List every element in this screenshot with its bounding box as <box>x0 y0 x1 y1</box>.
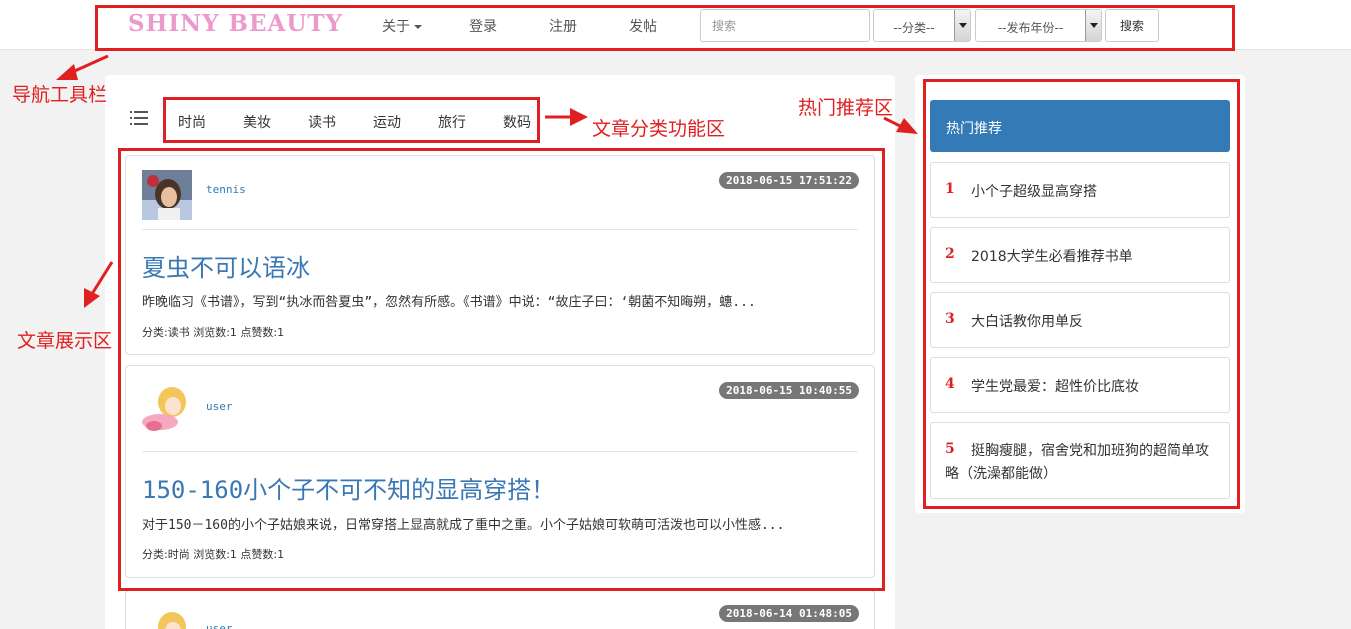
category-tab-digital[interactable]: 数码 <box>503 112 531 132</box>
hot-item[interactable]: 5 挺胸瘦腿，宿舍党和加班狗的超简单攻略（洗澡都能做） <box>930 422 1230 499</box>
category-tab-reading[interactable]: 读书 <box>308 112 336 132</box>
search-input[interactable] <box>700 9 870 42</box>
category-select-value: --分类-- <box>893 21 935 35</box>
annotation-label-categories: 文章分类功能区 <box>592 118 726 140</box>
caret-down-icon <box>414 25 422 29</box>
list-menu-icon[interactable] <box>130 110 148 126</box>
category-tab-makeup[interactable]: 美妆 <box>243 112 271 132</box>
article-card[interactable]: user 2018-06-15 10:40:55 150-160小个子不可不知的… <box>125 365 875 578</box>
article-meta: 分类:读书 浏览数:1 点赞数:1 <box>142 326 285 339</box>
navbar: SHINY BEAUTY 关于 登录 注册 发帖 --分类-- --发布年份--… <box>0 0 1351 50</box>
avatar <box>142 170 192 220</box>
divider <box>142 451 858 452</box>
brand-logo[interactable]: SHINY BEAUTY <box>128 10 343 37</box>
nav-post-link[interactable]: 发帖 <box>629 16 657 36</box>
hot-item-rank: 4 <box>945 376 955 392</box>
category-tab-sports[interactable]: 运动 <box>373 112 401 132</box>
year-select-value: --发布年份-- <box>997 21 1064 35</box>
article-author[interactable]: user <box>206 400 233 413</box>
hot-item[interactable]: 3 大白话教你用单反 <box>930 292 1230 348</box>
hot-item-rank: 2 <box>945 246 955 262</box>
year-select[interactable]: --发布年份-- <box>975 9 1102 42</box>
date-badge: 2018-06-14 01:48:05 <box>719 605 859 622</box>
avatar <box>142 382 192 432</box>
article-title[interactable]: 150-160小个子不可不知的显高穿搭！ <box>142 470 555 505</box>
nav-about-dropdown[interactable]: 关于 <box>382 16 422 36</box>
hot-item[interactable]: 2 2018大学生必看推荐书单 <box>930 227 1230 283</box>
annotation-label-hot: 热门推荐区 <box>798 97 894 119</box>
hot-item-rank: 1 <box>945 181 955 197</box>
nav-register-link[interactable]: 注册 <box>549 16 577 36</box>
hot-item-title: 挺胸瘦腿，宿舍党和加班狗的超简单攻略（洗澡都能做） <box>945 443 1209 482</box>
annotation-label-articles: 文章展示区 <box>17 330 113 352</box>
hot-item-title: 2018大学生必看推荐书单 <box>971 249 1133 265</box>
nav-login-link[interactable]: 登录 <box>469 16 497 36</box>
hot-item[interactable]: 4 学生党最爱：超性价比底妆 <box>930 357 1230 413</box>
article-title[interactable]: 夏虫不可以语冰 <box>142 248 310 283</box>
divider <box>142 229 858 230</box>
hot-item-rank: 3 <box>945 311 955 327</box>
hot-item-title: 大白话教你用单反 <box>971 314 1083 330</box>
select-arrow-icon <box>954 10 970 41</box>
date-badge: 2018-06-15 17:51:22 <box>719 172 859 189</box>
category-tab-fashion[interactable]: 时尚 <box>178 112 206 132</box>
hot-item-title: 学生党最爱：超性价比底妆 <box>971 379 1139 395</box>
article-excerpt: 昨晚临习《书谱》，写到“执冰而咎夏虫”，忽然有所感。《书谱》中说：“故庄子曰：‘… <box>142 295 756 310</box>
hot-item-title: 小个子超级显高穿搭 <box>971 184 1097 200</box>
article-author[interactable]: user <box>206 622 233 629</box>
nav-about-label: 关于 <box>382 19 410 35</box>
article-card[interactable]: user 2018-06-14 01:48:05 <box>125 590 875 629</box>
select-arrow-icon <box>1085 10 1101 41</box>
article-card[interactable]: tennis 2018-06-15 17:51:22 夏虫不可以语冰 昨晚临习《… <box>125 155 875 355</box>
avatar <box>142 607 192 629</box>
category-select[interactable]: --分类-- <box>873 9 971 42</box>
hot-panel-title: 热门推荐 <box>930 100 1230 152</box>
annotation-label-nav: 导航工具栏 <box>12 84 108 106</box>
article-author[interactable]: tennis <box>206 183 246 196</box>
article-excerpt: 对于150－160的小个子姑娘来说，日常穿搭上显高就成了重中之重。小个子姑娘可软… <box>142 518 785 533</box>
date-badge: 2018-06-15 10:40:55 <box>719 382 859 399</box>
category-tab-travel[interactable]: 旅行 <box>438 112 466 132</box>
article-meta: 分类:时尚 浏览数:1 点赞数:1 <box>142 548 285 561</box>
search-button[interactable]: 搜索 <box>1105 9 1159 42</box>
hot-item[interactable]: 1 小个子超级显高穿搭 <box>930 162 1230 218</box>
